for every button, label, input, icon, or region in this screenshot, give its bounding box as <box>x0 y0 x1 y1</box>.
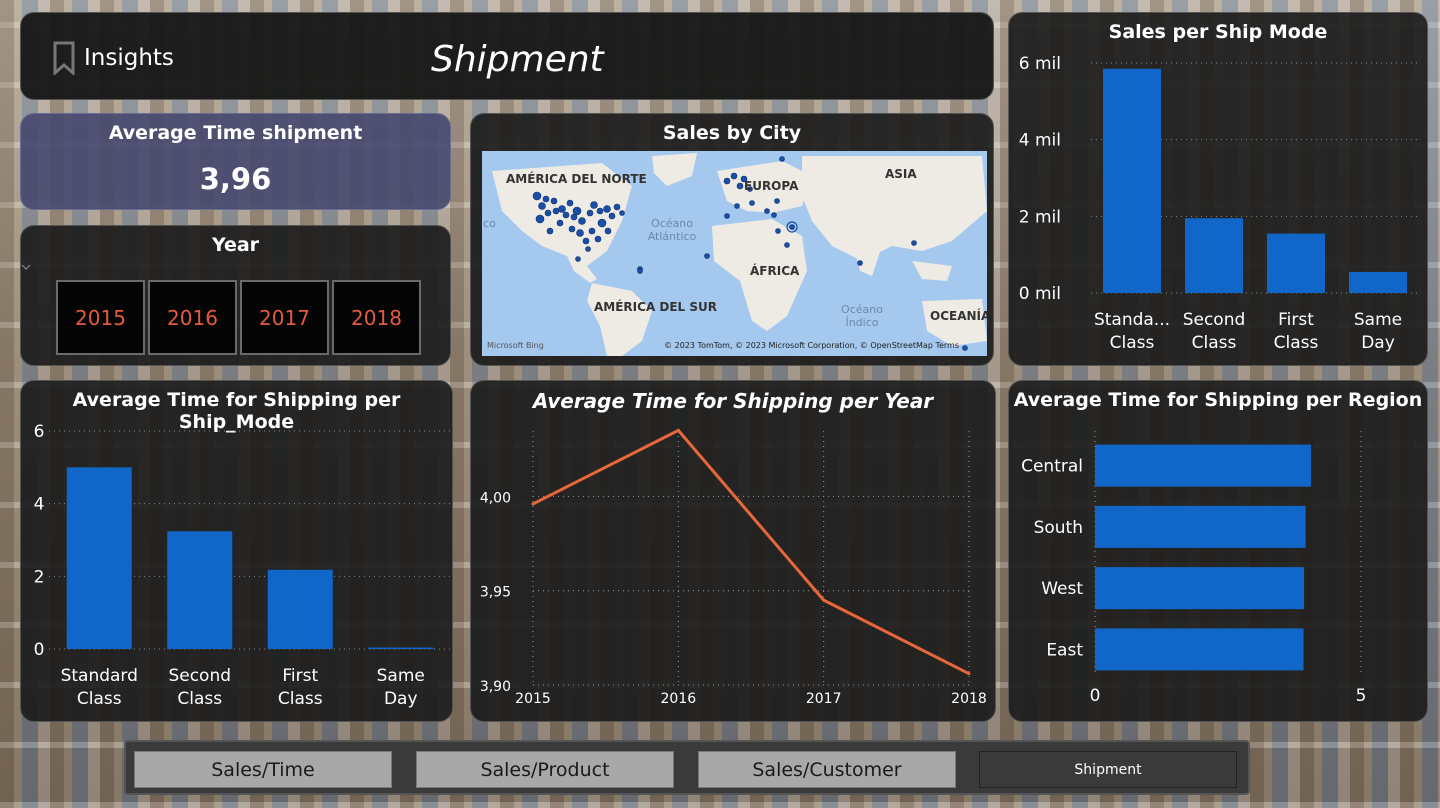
year-option-2016[interactable]: 2016 <box>148 280 237 355</box>
nav-button-sales-product[interactable]: Sales/Product <box>416 751 674 788</box>
bar[interactable] <box>1103 68 1161 293</box>
bar[interactable] <box>167 531 233 649</box>
insights-label[interactable]: Insights <box>84 45 174 71</box>
map-label-partial: co <box>483 217 496 230</box>
x-tick-label: Class <box>1192 333 1237 353</box>
x-tick-label: Same <box>377 666 425 686</box>
map-label-europe: EUROPA <box>744 179 799 193</box>
x-tick-label: Class <box>1110 333 1155 353</box>
nav-button-sales-time[interactable]: Sales/Time <box>134 751 392 788</box>
x-tick-label: Standa... <box>1094 310 1170 330</box>
y-tick-label: Central <box>1021 457 1083 477</box>
avg-time-region-chart[interactable]: 0 5 Central South West East <box>1009 381 1429 723</box>
page-title: Shipment <box>431 39 604 80</box>
year-option-2018[interactable]: 2018 <box>332 280 421 355</box>
x-tick-label: 2015 <box>515 691 551 707</box>
year-option-2017[interactable]: 2017 <box>240 280 329 355</box>
y-tick-label: 2 <box>34 567 45 587</box>
x-tick-label: 2017 <box>806 691 842 707</box>
x-tick-label: Day <box>1361 333 1395 353</box>
y-tick-label: 4 <box>34 495 45 515</box>
year-slicer-title: Year <box>211 234 260 256</box>
y-tick-label: 4,00 <box>480 490 511 506</box>
x-tick-label: Class <box>1274 333 1319 353</box>
bar[interactable] <box>267 569 333 649</box>
kpi-card: Average Time shipment 3,96 <box>20 113 451 210</box>
bar[interactable] <box>1095 628 1304 671</box>
data-point[interactable] <box>822 598 826 602</box>
avg-time-ship-mode-chart[interactable]: 0 2 4 6 Standard Class Second Class First Class Sa… <box>21 381 454 723</box>
nav-button-sales-customer[interactable]: Sales/Customer <box>698 751 956 788</box>
map-title: Sales by City <box>662 122 802 144</box>
y-tick-label: 2 mil <box>1019 207 1061 227</box>
data-point[interactable] <box>676 428 680 432</box>
year-options: 2015 2016 2017 2018 <box>56 280 421 355</box>
map-label-africa: ÁFRICA <box>750 264 800 278</box>
data-point[interactable] <box>531 502 535 506</box>
bar[interactable] <box>1267 233 1325 293</box>
y-tick-label: 6 mil <box>1019 54 1061 74</box>
nav-button-shipment[interactable]: Shipment <box>979 751 1237 788</box>
world-map[interactable]: AMÉRICA DEL NORTE EUROPA ASIA ÁFRICA AMÉ… <box>482 151 987 356</box>
map-credit[interactable]: © 2023 TomTom, © 2023 Microsoft Corporat… <box>664 341 959 350</box>
avg-time-year-panel: Average Time for Shipping per Year 3,90 3… <box>470 380 996 722</box>
bing-logo: Microsoft Bing <box>487 341 544 350</box>
series-line[interactable] <box>532 428 970 676</box>
y-tick-label: 3,90 <box>480 679 511 695</box>
bar[interactable] <box>1095 567 1305 610</box>
map-label-indian: Océano Índico <box>841 303 883 329</box>
chevron-down-icon[interactable] <box>21 262 31 272</box>
y-tick-label: West <box>1041 579 1083 599</box>
bar[interactable] <box>1095 444 1311 487</box>
x-tick-label: 5 <box>1356 686 1367 706</box>
y-tick-label: South <box>1034 518 1083 538</box>
y-tick-label: 4 mil <box>1019 131 1061 151</box>
x-tick-label: Class <box>278 689 323 709</box>
x-tick-label: 2016 <box>661 691 697 707</box>
y-tick-label: 3,95 <box>480 585 511 601</box>
year-option-2015[interactable]: 2015 <box>56 280 145 355</box>
bar[interactable] <box>1095 505 1306 548</box>
year-slicer: Year 2015 2016 2017 2018 <box>20 225 451 366</box>
bookmark-icon[interactable] <box>53 41 75 75</box>
sales-per-ship-mode-chart[interactable]: 0 mil 2 mil 4 mil 6 mil Standa... Class Second… <box>1009 13 1429 367</box>
avg-time-ship-mode-panel: Average Time for Shipping per Ship_Mode … <box>20 380 453 722</box>
data-point[interactable] <box>967 672 971 676</box>
y-tick-label: 0 mil <box>1019 284 1061 304</box>
bar[interactable] <box>1349 271 1407 293</box>
map-label-north-america: AMÉRICA DEL NORTE <box>506 172 647 186</box>
x-tick-label: Class <box>77 689 122 709</box>
x-tick-label: Second <box>168 666 231 686</box>
x-tick-label: Class <box>177 689 222 709</box>
map-label-oceania: OCEANÍA <box>930 309 987 323</box>
x-tick-label: Day <box>384 689 418 709</box>
x-tick-label: First <box>1278 310 1314 330</box>
bar[interactable] <box>368 647 434 649</box>
kpi-title: Average Time shipment <box>108 122 363 144</box>
y-tick-label: 6 <box>34 422 45 442</box>
x-tick-label: 0 <box>1090 686 1101 706</box>
map-label-atlantic: Océano Atlántico <box>647 217 697 243</box>
y-tick-label: East <box>1046 640 1083 660</box>
avg-time-year-chart[interactable]: 3,90 3,95 4,00 2015 2016 2017 2018 <box>471 381 997 723</box>
x-tick-label: 2018 <box>951 691 987 707</box>
x-tick-label: Second <box>1183 310 1246 330</box>
page-navigation: Sales/Time Sales/Product Sales/Customer … <box>124 740 1250 795</box>
avg-time-region-panel: Average Time for Shipping per Region 05C… <box>1008 380 1428 722</box>
x-tick-label: Standard <box>61 666 138 686</box>
y-tick-label: 0 <box>34 640 45 660</box>
x-tick-label: Same <box>1354 310 1402 330</box>
x-tick-label: First <box>282 666 318 686</box>
bar[interactable] <box>1185 218 1243 293</box>
map-label-asia: ASIA <box>885 167 917 181</box>
bar[interactable] <box>66 467 132 649</box>
kpi-value: 3,96 <box>199 162 272 196</box>
map-label-south-america: AMÉRICA DEL SUR <box>594 300 718 314</box>
sales-by-city-panel: Sales by City AMÉRICA DEL NORTE EUROPA A… <box>470 113 994 366</box>
sales-per-ship-mode-panel: Sales per Ship Mode 0 mil 2 mil 4 mil 6 mil… <box>1008 12 1428 366</box>
header-panel: Insights Shipment <box>20 12 994 100</box>
